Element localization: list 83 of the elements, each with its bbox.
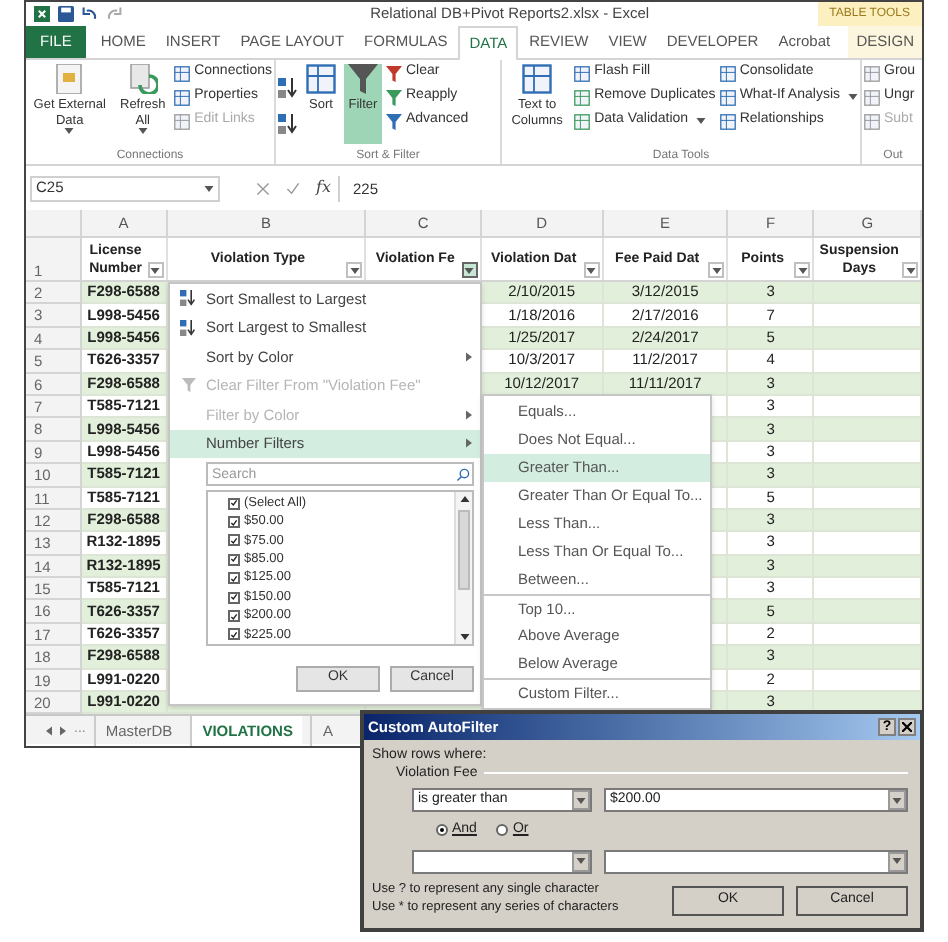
save-icon[interactable]	[58, 6, 74, 22]
filter-dropdown-button[interactable]	[583, 262, 600, 278]
submenu-arrow-icon	[466, 409, 472, 420]
dropdown-caret-icon	[586, 267, 597, 273]
grid-icon	[574, 65, 591, 81]
sort-button[interactable]	[278, 112, 298, 136]
dropdown-caret-icon	[576, 797, 586, 803]
caret-icon	[137, 128, 148, 134]
filter-dropdown-button[interactable]	[902, 262, 919, 278]
grid-icon	[719, 65, 736, 81]
filter-dropdown-button[interactable]	[346, 262, 363, 278]
filter-dropdown-button[interactable]	[147, 262, 164, 278]
table-cell	[814, 464, 922, 488]
sort-arrow-icon	[180, 290, 196, 307]
grid-icon	[306, 64, 336, 94]
table-cell	[814, 373, 922, 396]
checkbox[interactable]	[228, 572, 240, 585]
dropdown-caret-icon	[464, 267, 475, 273]
dropdown-caret-icon	[892, 797, 902, 803]
grid-icon	[864, 65, 880, 81]
submenu-arrow-icon	[466, 438, 472, 449]
grid-icon	[522, 64, 553, 94]
sort-arrow-icon	[180, 319, 196, 336]
grid-icon	[719, 113, 736, 129]
dropdown-caret-icon	[892, 858, 902, 864]
checkbox[interactable]	[228, 516, 240, 529]
table-cell	[814, 646, 922, 670]
dropdown-caret-icon	[576, 858, 586, 864]
scroll-down-icon[interactable]	[459, 634, 469, 640]
caret-icon	[696, 118, 707, 124]
dropdown-caret-icon	[905, 267, 916, 273]
grid-icon	[864, 89, 880, 105]
dropdown-caret-icon	[797, 267, 808, 273]
caret-icon	[64, 128, 75, 134]
dropdown-caret-icon	[150, 267, 161, 273]
checkbox[interactable]	[228, 497, 240, 510]
table-cell	[814, 509, 922, 533]
funnel-icon	[348, 64, 378, 94]
caret-icon	[204, 185, 214, 191]
refresh-icon	[127, 64, 158, 94]
table-cell	[814, 600, 922, 624]
insert-function-button[interactable]: fx	[316, 176, 331, 200]
table-cell	[814, 327, 922, 351]
undo-icon[interactable]	[82, 6, 98, 22]
filter-dropdown-button[interactable]	[461, 262, 478, 278]
operator-select[interactable]	[412, 849, 592, 873]
radio-button[interactable]	[436, 824, 448, 837]
filter-dropdown-button[interactable]	[708, 262, 725, 278]
checkbox[interactable]	[228, 628, 240, 641]
check-icon[interactable]	[286, 181, 300, 195]
grid-icon	[719, 89, 736, 105]
close-icon	[902, 722, 912, 732]
value-select[interactable]	[604, 849, 908, 873]
document-icon	[54, 64, 85, 94]
spreadsheet-logo-icon	[34, 6, 50, 22]
dropdown-caret-icon	[349, 267, 360, 273]
grid-icon	[864, 113, 880, 129]
search-icon	[456, 467, 470, 481]
table-cell	[814, 555, 922, 579]
radio-button[interactable]	[496, 824, 509, 837]
scrollbar[interactable]	[454, 492, 472, 644]
grid-icon	[174, 65, 191, 81]
checkbox[interactable]	[228, 591, 240, 604]
checkbox[interactable]	[228, 553, 240, 566]
sort-arrow-icon	[278, 114, 298, 134]
dropdown-caret-icon	[711, 267, 722, 273]
sort-button[interactable]	[278, 76, 298, 100]
grid-icon	[174, 89, 191, 105]
sort-arrow-icon	[278, 78, 298, 98]
close-button[interactable]	[898, 718, 916, 736]
grid-icon	[574, 89, 591, 105]
table-cell	[814, 418, 922, 442]
scrollbar-thumb[interactable]	[458, 510, 470, 590]
caret-icon	[848, 94, 858, 100]
grid-icon	[574, 113, 591, 129]
cancel-icon[interactable]	[256, 181, 270, 195]
filter-dropdown-button[interactable]	[794, 262, 811, 278]
grid-icon	[174, 113, 191, 129]
scroll-up-icon[interactable]	[459, 496, 469, 502]
submenu-arrow-icon	[466, 351, 472, 362]
checkbox[interactable]	[228, 610, 240, 623]
funnel-icon	[181, 378, 195, 393]
checkbox[interactable]	[228, 534, 240, 547]
